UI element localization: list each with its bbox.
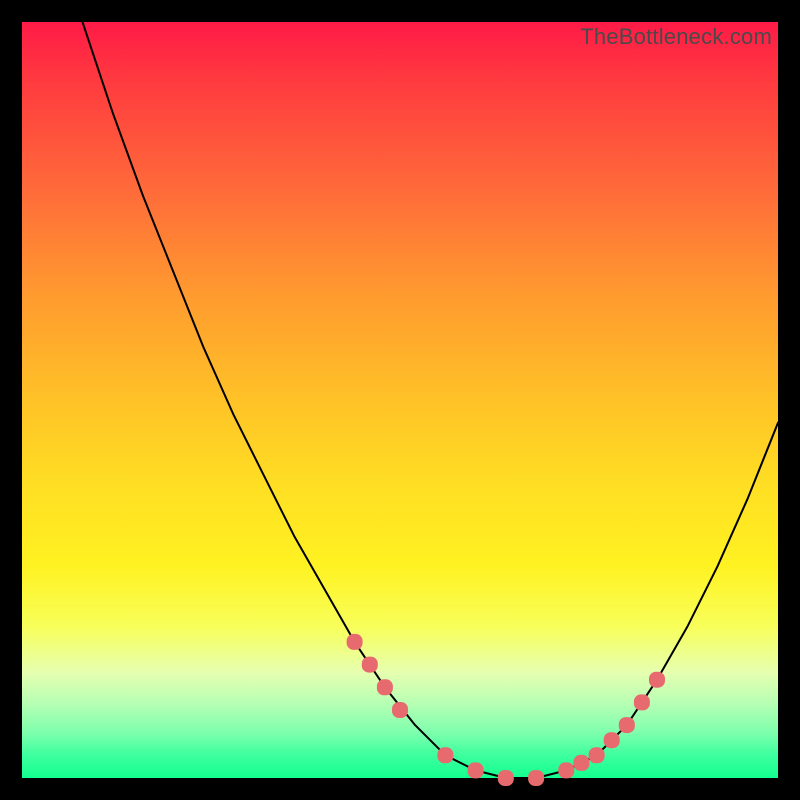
curve-marker xyxy=(604,732,620,748)
curve-marker xyxy=(468,762,484,778)
curve-markers xyxy=(347,634,665,786)
curve-marker xyxy=(347,634,363,650)
bottleneck-curve xyxy=(83,22,779,778)
curve-marker xyxy=(589,747,605,763)
chart-svg xyxy=(22,22,778,778)
curve-marker xyxy=(362,657,378,673)
chart-frame: TheBottleneck.com xyxy=(22,22,778,778)
curve-marker xyxy=(573,755,589,771)
curve-marker xyxy=(619,717,635,733)
curve-marker xyxy=(649,672,665,688)
curve-marker xyxy=(528,770,544,786)
curve-marker xyxy=(558,762,574,778)
curve-marker xyxy=(392,702,408,718)
curve-marker xyxy=(634,694,650,710)
curve-marker xyxy=(377,679,393,695)
watermark-text: TheBottleneck.com xyxy=(580,24,772,50)
curve-marker xyxy=(437,747,453,763)
curve-marker xyxy=(498,770,514,786)
